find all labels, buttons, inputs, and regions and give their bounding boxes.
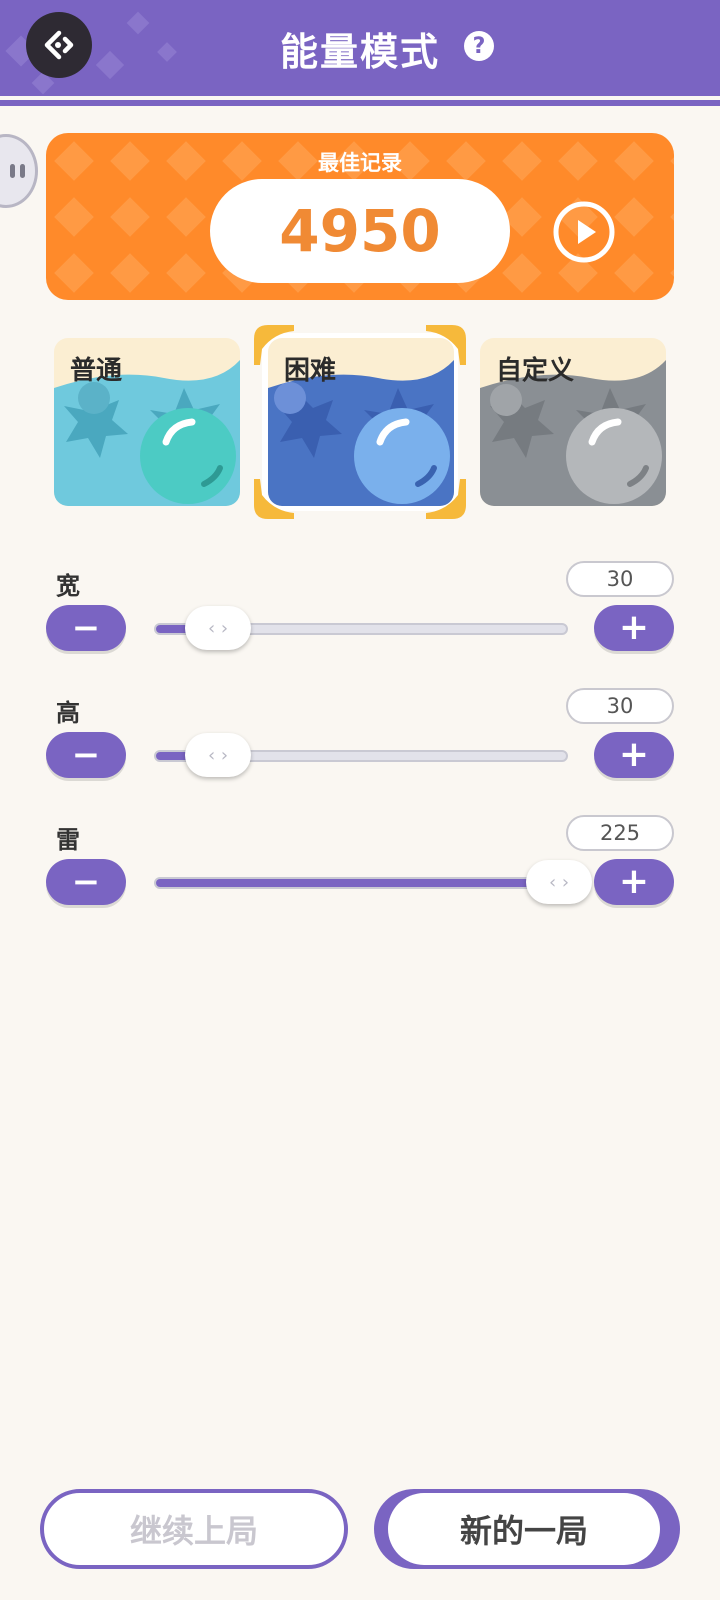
plus-label: +: [618, 734, 650, 775]
floating-assistant-icon[interactable]: [0, 134, 38, 208]
height-plus-button[interactable]: +: [594, 732, 674, 778]
mode-label-hard: 困难: [284, 356, 337, 386]
best-record-value: 4950: [210, 179, 510, 283]
continue-game-button[interactable]: 继续上局: [40, 1489, 348, 1569]
thumb-arrows-icon: ‹ ›: [207, 617, 229, 639]
minus-label: −: [71, 735, 101, 775]
width-minus-button[interactable]: −: [46, 605, 126, 651]
assistant-face-icon: [10, 164, 25, 178]
play-icon[interactable]: [552, 200, 616, 264]
mode-label-custom: 自定义: [496, 356, 575, 386]
help-icon[interactable]: ?: [464, 31, 494, 61]
height-minus-button[interactable]: −: [46, 732, 126, 778]
back-arrow-icon: [44, 30, 74, 60]
width-plus-button[interactable]: +: [594, 605, 674, 651]
mines-plus-button[interactable]: +: [594, 859, 674, 905]
mines-value[interactable]: 225: [566, 815, 674, 851]
height-value[interactable]: 30: [566, 688, 674, 724]
mode-card-hard[interactable]: 困难: [268, 338, 454, 506]
plus-label: +: [618, 607, 650, 648]
plus-label: +: [618, 861, 650, 902]
width-slider-fill: [156, 625, 189, 633]
best-record-card: 最佳记录 4950: [46, 133, 674, 300]
minus-label: −: [71, 862, 101, 902]
new-game-button[interactable]: 新的一局: [374, 1489, 680, 1569]
back-button[interactable]: [26, 12, 92, 78]
help-glyph: ?: [472, 33, 486, 59]
mode-card-custom[interactable]: 自定义: [480, 338, 666, 506]
mines-slider-track[interactable]: [154, 877, 568, 889]
new-game-inner: 新的一局: [388, 1493, 660, 1565]
width-slider-thumb[interactable]: ‹ ›: [185, 606, 251, 650]
mines-slider-thumb[interactable]: ‹ ›: [526, 860, 592, 904]
new-game-label: 新的一局: [459, 1512, 588, 1550]
height-slider-thumb[interactable]: ‹ ›: [185, 733, 251, 777]
best-record-label: 最佳记录: [318, 151, 402, 175]
height-label: 高: [56, 699, 80, 727]
thumb-arrows-icon: ‹ ›: [207, 744, 229, 766]
header-divider: [0, 100, 720, 106]
width-label: 宽: [56, 572, 80, 600]
mode-label-normal: 普通: [70, 356, 123, 386]
continue-label: 继续上局: [129, 1512, 258, 1550]
height-slider-fill: [156, 752, 189, 760]
mines-label: 雷: [56, 826, 80, 854]
thumb-arrows-icon: ‹ ›: [548, 871, 570, 893]
mode-card-normal[interactable]: 普通: [54, 338, 240, 506]
mines-minus-button[interactable]: −: [46, 859, 126, 905]
page-title: 能量模式: [279, 29, 440, 74]
width-value[interactable]: 30: [566, 561, 674, 597]
mines-slider-fill: [156, 879, 542, 887]
minus-label: −: [71, 608, 101, 648]
header-bar: 能量模式 ?: [0, 0, 720, 96]
